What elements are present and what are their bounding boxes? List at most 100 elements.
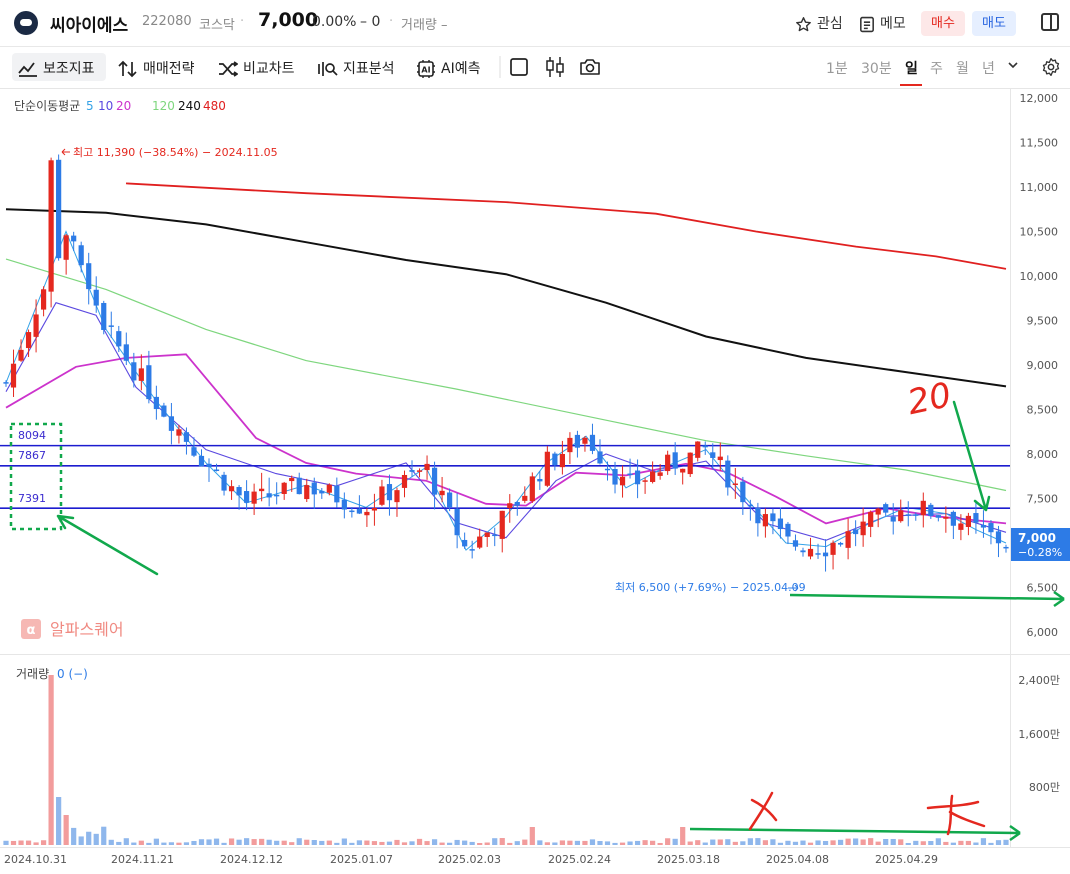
candle-body bbox=[574, 434, 581, 448]
memo-button[interactable]: 메모 bbox=[859, 13, 906, 33]
candle-body bbox=[868, 512, 874, 527]
volume-bar bbox=[845, 838, 851, 845]
ma20-line bbox=[5, 353, 1007, 525]
volume-bar bbox=[507, 842, 513, 845]
candle-body bbox=[657, 472, 663, 476]
candle-body bbox=[507, 503, 513, 509]
volume-bar bbox=[228, 838, 235, 845]
watch-button[interactable]: 관심 bbox=[795, 13, 843, 33]
price-tick-label: 8,000 bbox=[1027, 448, 1059, 461]
candle-body bbox=[244, 491, 250, 503]
volume-bar bbox=[364, 840, 370, 845]
volume-bar bbox=[905, 842, 911, 845]
ai-chip-icon: AI bbox=[417, 60, 435, 78]
candlestick-icon bbox=[546, 57, 564, 77]
candle-body bbox=[529, 476, 535, 502]
date-tick-label: 2025.02.24 bbox=[548, 853, 611, 866]
candle-body bbox=[710, 452, 716, 458]
candle-body bbox=[484, 532, 490, 537]
drawing-box-button[interactable] bbox=[509, 57, 529, 81]
low-label: 최저 6,500 (+7.69%) − 2025.04.09 bbox=[615, 581, 806, 594]
candle-body bbox=[386, 484, 393, 501]
candle-body bbox=[86, 263, 92, 290]
volume-bar bbox=[687, 841, 693, 845]
candle-body bbox=[567, 437, 573, 453]
more-periods-button[interactable] bbox=[1007, 59, 1019, 75]
volume-bar bbox=[198, 839, 205, 845]
volume-bar bbox=[221, 842, 227, 845]
watermark-logo-glyph: α bbox=[27, 623, 36, 638]
period-30min[interactable]: 30분 bbox=[861, 58, 892, 78]
volume-bar bbox=[416, 838, 423, 845]
candle-body bbox=[10, 363, 17, 388]
volume-bar bbox=[762, 840, 768, 845]
volume-bar bbox=[281, 840, 287, 845]
indicator-button[interactable]: 보조지표 bbox=[18, 58, 95, 78]
screenshot-button[interactable] bbox=[579, 57, 601, 81]
star-icon bbox=[796, 16, 811, 31]
period-day[interactable]: 일 bbox=[905, 58, 918, 78]
volume-bar bbox=[138, 840, 144, 845]
period-1min[interactable]: 1분 bbox=[826, 58, 848, 78]
volume-bar bbox=[830, 840, 836, 845]
volume-bar bbox=[386, 841, 393, 845]
date-tick-label: 2024.11.21 bbox=[111, 853, 174, 866]
volume-bar bbox=[78, 836, 84, 845]
price-tag-price: 7,000 bbox=[1018, 531, 1056, 545]
candle-body bbox=[311, 482, 317, 495]
ma-legend-title: 단순이동평균 bbox=[14, 99, 80, 113]
ma20-arrow bbox=[952, 400, 991, 512]
ma120-line bbox=[5, 258, 1007, 492]
volume-bar bbox=[244, 838, 250, 845]
stock-name[interactable]: 씨아이에스 bbox=[50, 11, 128, 36]
volume-bar bbox=[439, 842, 445, 845]
volume-bar bbox=[883, 839, 889, 845]
shuffle-icon bbox=[219, 61, 238, 77]
volume-bar bbox=[401, 842, 408, 845]
sell-button[interactable]: 매도 bbox=[972, 11, 1016, 36]
date-tick-label: 2024.12.12 bbox=[220, 853, 283, 866]
volume-bar bbox=[815, 840, 821, 845]
candle-body bbox=[379, 486, 385, 505]
candle-body bbox=[695, 441, 701, 458]
price-chart[interactable]: 12,000 11,500 11,000 10,500 10,000 9,500 9,000… bbox=[0, 88, 1070, 870]
candle-body bbox=[71, 235, 77, 242]
date-tick-label: 2025.03.18 bbox=[657, 853, 720, 866]
period-year[interactable]: 년 bbox=[982, 58, 995, 78]
volume-bar bbox=[950, 842, 956, 845]
candle-body bbox=[251, 491, 257, 504]
volume-bar bbox=[447, 842, 453, 845]
volume-bar bbox=[123, 838, 129, 845]
chart-settings-button[interactable] bbox=[1041, 57, 1061, 81]
ai-forecast-button[interactable]: AI AI예측 bbox=[416, 58, 480, 79]
period-month[interactable]: 월 bbox=[956, 58, 969, 78]
horizontal-level-lines bbox=[0, 444, 1010, 510]
candle-body bbox=[770, 513, 776, 522]
volume-bar bbox=[777, 842, 784, 845]
chart-area[interactable]: 12,000 11,500 11,000 10,500 10,000 9,500 9,000… bbox=[0, 88, 1070, 870]
volume-bar bbox=[334, 842, 340, 845]
watermark-text: 알파스퀘어 bbox=[50, 620, 124, 639]
volume-bar bbox=[627, 841, 633, 845]
ma20-legend: 20 bbox=[116, 99, 131, 113]
indicator-analysis-button[interactable]: 지표분석 bbox=[316, 58, 395, 78]
candle-body bbox=[296, 477, 302, 495]
buy-button[interactable]: 매수 bbox=[921, 11, 965, 36]
candle-body bbox=[935, 515, 941, 518]
volume-bar bbox=[161, 842, 167, 845]
candle-body bbox=[198, 455, 205, 467]
volume-bar bbox=[770, 839, 776, 845]
volume-bar bbox=[710, 839, 716, 845]
volume-bar bbox=[266, 839, 272, 845]
chart-type-button[interactable] bbox=[545, 56, 565, 82]
volume-bar bbox=[101, 826, 107, 845]
strategy-button[interactable]: 매매전략 bbox=[118, 58, 195, 78]
side-panel-icon[interactable] bbox=[1041, 13, 1059, 31]
volume-bar bbox=[424, 841, 430, 845]
period-week[interactable]: 주 bbox=[930, 58, 943, 78]
compare-chart-button[interactable]: 비교차트 bbox=[218, 58, 295, 78]
volume-bar bbox=[650, 840, 656, 845]
volume-bar bbox=[48, 675, 54, 845]
candle-body bbox=[905, 514, 911, 516]
candle-body bbox=[950, 511, 956, 526]
